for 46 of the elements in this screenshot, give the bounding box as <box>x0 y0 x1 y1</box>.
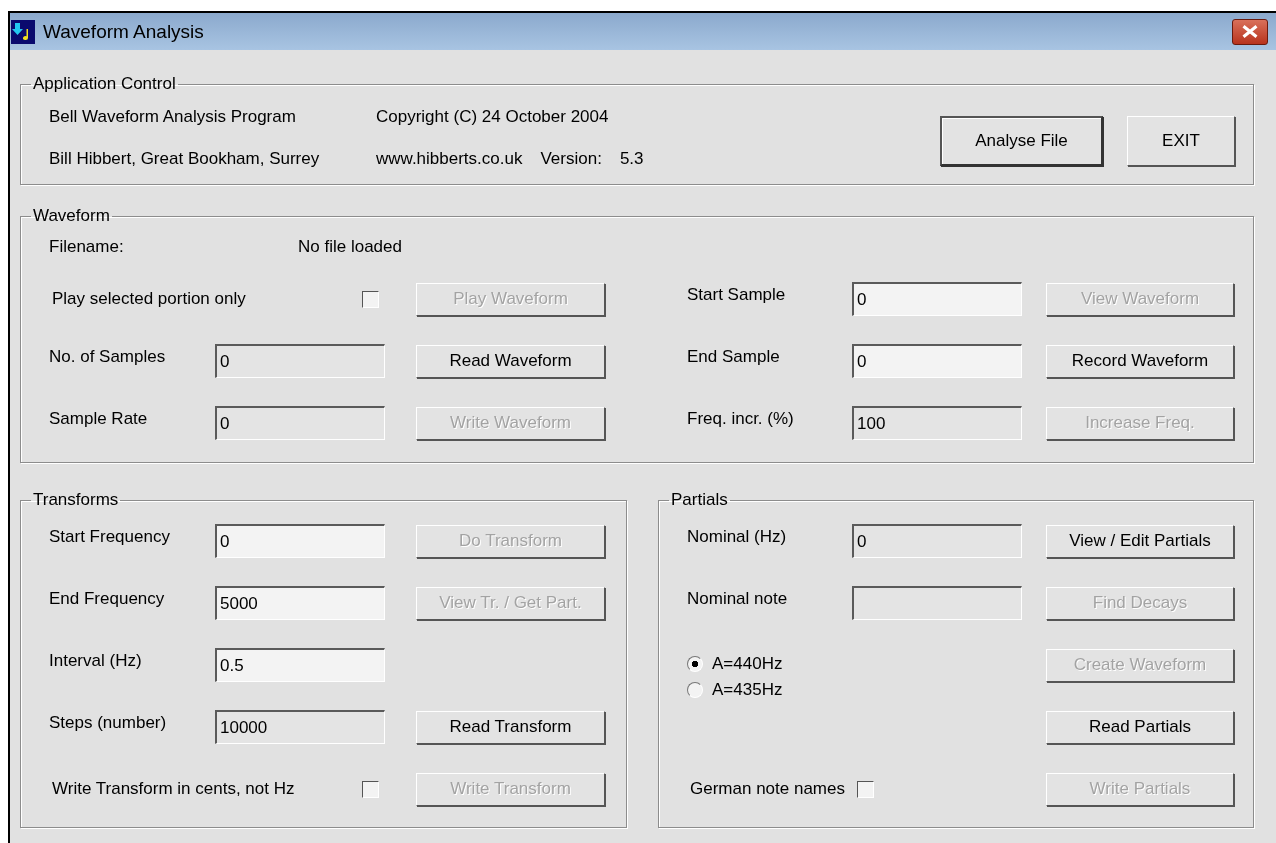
checkbox[interactable] <box>856 780 874 798</box>
checkbox-label: Write Transform in cents, not Hz <box>51 779 295 799</box>
field-label: Sample Rate <box>49 409 149 429</box>
text-field[interactable]: 0 <box>852 282 1022 316</box>
field-label: Freq. incr. (%) <box>687 409 795 429</box>
version-text: 5.3 <box>619 149 644 169</box>
info-text: Bill Hibbert, Great Bookham, Surrey <box>49 149 321 169</box>
info-text: Copyright (C) 24 October 2004 <box>376 107 610 127</box>
field-label: Start Frequency <box>49 527 171 547</box>
field-label: Interval (Hz) <box>49 651 143 671</box>
close-button[interactable] <box>1232 18 1268 45</box>
website-text: www.hibberts.co.uk <box>376 149 523 169</box>
info-text: Version: <box>540 149 602 169</box>
text-field[interactable]: 5000 <box>215 586 385 620</box>
field-label: Start Sample <box>687 285 787 305</box>
close-icon <box>1242 25 1258 38</box>
action-button[interactable]: Read Partials <box>1046 710 1234 744</box>
checkbox-label: Play selected portion only <box>51 289 246 309</box>
field-label: Nominal (Hz) <box>687 527 788 547</box>
text-field[interactable]: 0 <box>215 524 385 558</box>
field-label: Nominal note <box>687 589 789 609</box>
group-title: Transforms <box>32 490 120 510</box>
field-label: End Frequency <box>49 589 166 609</box>
info-text: Bell Waveform Analysis Program <box>49 107 297 127</box>
action-button[interactable]: Record Waveform <box>1046 344 1234 378</box>
action-button[interactable]: Analyse File <box>940 116 1103 166</box>
text-field[interactable]: 0.5 <box>215 648 385 682</box>
group-title: Partials <box>670 490 729 510</box>
radio-button[interactable] <box>687 656 703 672</box>
group-title: Application Control <box>32 74 177 94</box>
action-button[interactable]: EXIT <box>1127 116 1235 166</box>
group-title: Waveform <box>32 206 111 226</box>
checkbox-label: German note names <box>689 779 845 799</box>
radio-button[interactable] <box>687 682 703 698</box>
checkbox[interactable] <box>362 780 379 798</box>
window-title: Waveform Analysis <box>43 20 204 43</box>
app-icon <box>11 19 35 44</box>
radio-label: A=435Hz <box>712 680 783 700</box>
field-label: Steps (number) <box>49 713 168 733</box>
filename-text: No file loaded <box>298 237 403 257</box>
checkbox[interactable] <box>362 290 379 308</box>
radio-label: A=440Hz <box>712 654 783 674</box>
field-label: No. of Samples <box>49 347 167 367</box>
field-label: Filename: <box>49 237 125 257</box>
field-label: End Sample <box>687 347 781 367</box>
text-field[interactable]: 0 <box>852 344 1022 378</box>
